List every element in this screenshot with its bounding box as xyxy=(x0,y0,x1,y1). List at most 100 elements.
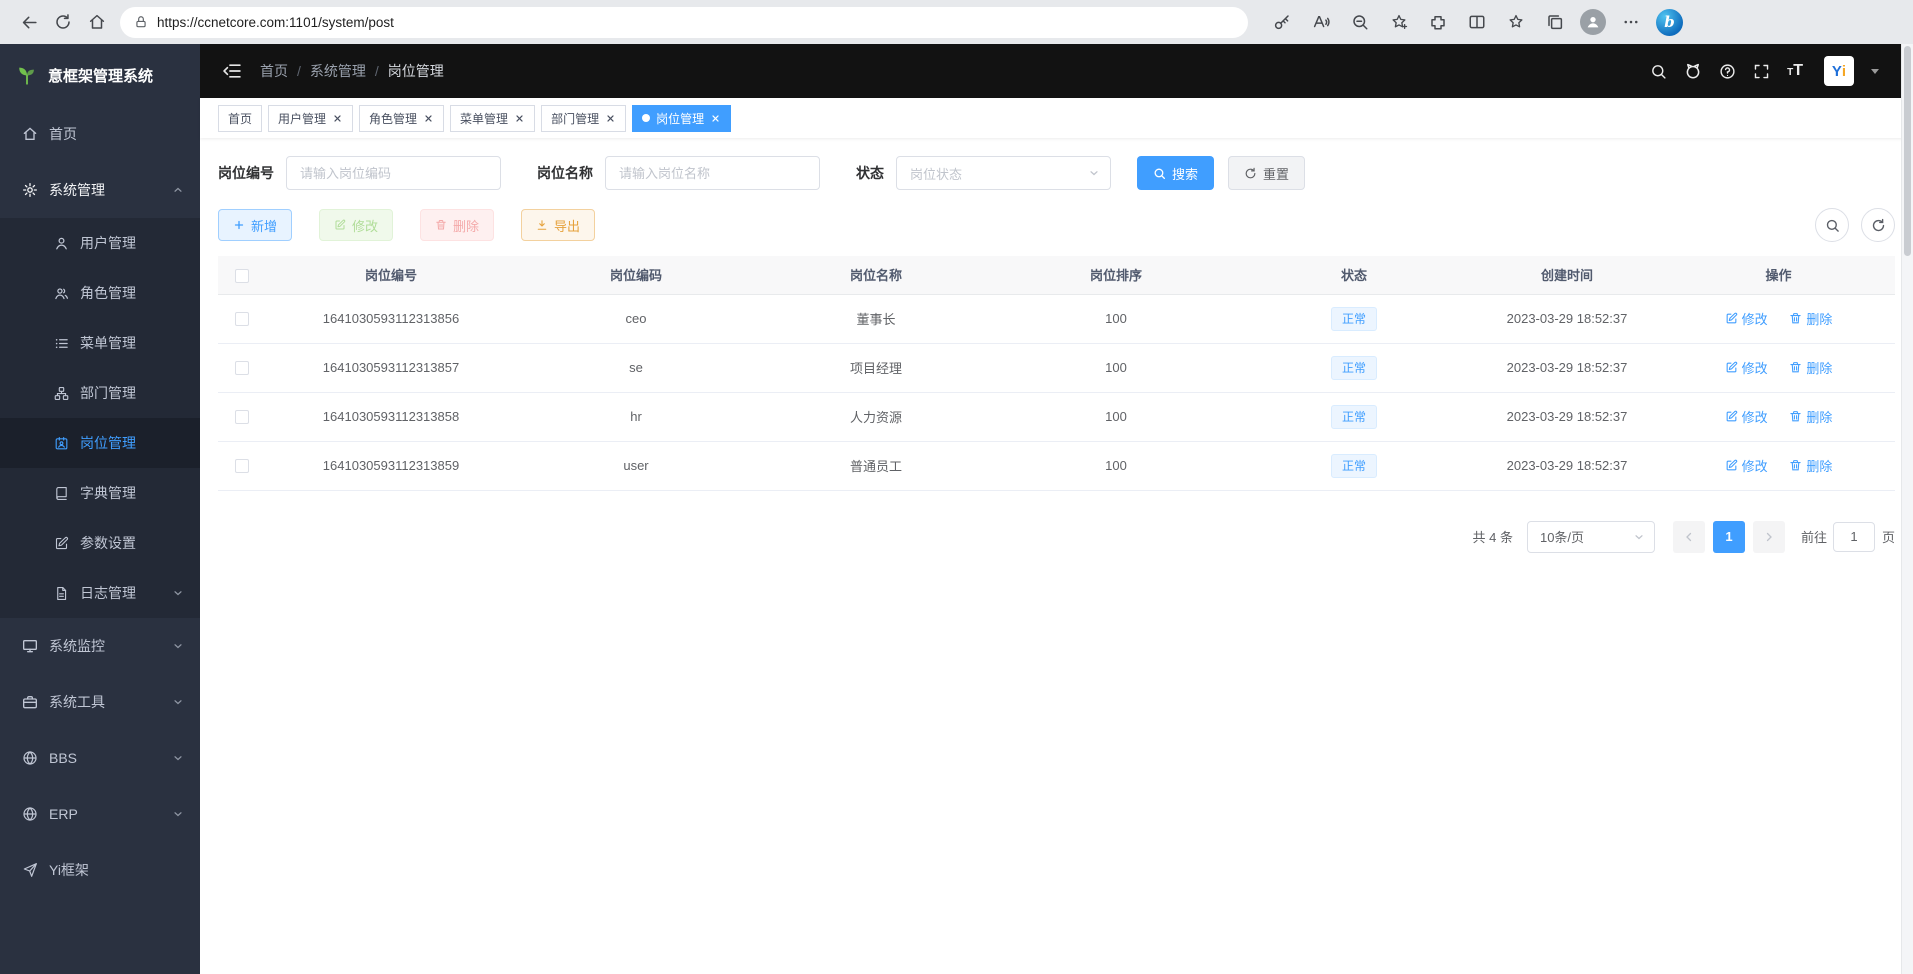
sidebar-item-label: 字典管理 xyxy=(80,483,136,503)
user-logo[interactable]: Yi xyxy=(1824,56,1854,86)
search-button[interactable]: 搜索 xyxy=(1137,156,1214,190)
more-icon[interactable] xyxy=(1617,5,1645,39)
breadcrumb-home[interactable]: 首页 xyxy=(260,61,288,81)
post-table: 岗位编号 岗位编码 岗位名称 岗位排序 状态 创建时间 操作 164103059… xyxy=(218,256,1895,491)
row-delete-button[interactable]: 删除 xyxy=(1789,407,1832,426)
row-delete-button[interactable]: 删除 xyxy=(1789,358,1832,377)
header-search-icon[interactable] xyxy=(1650,63,1667,80)
sidebar-item-menu-mgmt[interactable]: 菜单管理 xyxy=(0,318,200,368)
home-icon[interactable] xyxy=(80,5,114,39)
split-screen-icon[interactable] xyxy=(1463,5,1491,39)
edit-link-label: 修改 xyxy=(1742,358,1768,377)
scrollbar-thumb[interactable] xyxy=(1904,46,1911,256)
sidebar-item-system-monitor[interactable]: 系统监控 xyxy=(0,618,200,674)
status-select[interactable]: 岗位状态 xyxy=(896,156,1111,190)
select-all-checkbox[interactable] xyxy=(235,269,249,283)
add-button[interactable]: 新增 xyxy=(218,209,292,241)
row-delete-button[interactable]: 删除 xyxy=(1789,456,1832,475)
row-checkbox[interactable] xyxy=(235,312,249,326)
delete-button[interactable]: 删除 xyxy=(420,209,494,241)
page-size-select[interactable]: 10条/页 xyxy=(1527,521,1655,553)
breadcrumb-separator: / xyxy=(297,63,301,79)
tab-role-mgmt[interactable]: 角色管理 xyxy=(359,105,444,132)
list-icon xyxy=(54,336,69,351)
show-search-toggle-button[interactable] xyxy=(1815,208,1849,242)
cell-created: 2023-03-29 18:52:37 xyxy=(1472,441,1662,490)
delete-link-label: 删除 xyxy=(1806,358,1832,377)
cell-post-id: 1641030593112313856 xyxy=(266,294,516,343)
row-checkbox[interactable] xyxy=(235,410,249,424)
refresh-table-button[interactable] xyxy=(1861,208,1895,242)
refresh-icon[interactable] xyxy=(46,5,80,39)
sidebar-item-system-mgmt[interactable]: 系统管理 xyxy=(0,162,200,218)
edit-button[interactable]: 修改 xyxy=(319,209,393,241)
row-edit-button[interactable]: 修改 xyxy=(1725,456,1768,475)
goto-page-input[interactable] xyxy=(1833,522,1875,552)
tab-post-mgmt[interactable]: 岗位管理 xyxy=(632,105,731,132)
tags-view-bar: 首页 用户管理 角色管理 菜单管理 部门管理 岗位管理 xyxy=(200,98,1913,138)
export-button[interactable]: 导出 xyxy=(521,209,595,241)
edit-link-label: 修改 xyxy=(1742,407,1768,426)
table-row: 1641030593112313856 ceo 董事长 100 正常 2023-… xyxy=(218,294,1895,343)
favorite-add-icon[interactable] xyxy=(1385,5,1413,39)
row-edit-button[interactable]: 修改 xyxy=(1725,309,1768,328)
sidebar-toggle-icon[interactable] xyxy=(222,61,242,81)
close-icon[interactable] xyxy=(423,113,434,124)
close-icon[interactable] xyxy=(710,113,721,124)
sidebar-item-role-mgmt[interactable]: 角色管理 xyxy=(0,268,200,318)
tab-home[interactable]: 首页 xyxy=(218,105,262,132)
reset-button[interactable]: 重置 xyxy=(1228,156,1305,190)
row-checkbox[interactable] xyxy=(235,459,249,473)
breadcrumb-system[interactable]: 系统管理 xyxy=(310,61,366,81)
page-number-1[interactable]: 1 xyxy=(1713,521,1745,553)
delete-link-label: 删除 xyxy=(1806,407,1832,426)
password-key-icon[interactable] xyxy=(1268,5,1296,39)
cell-post-code: user xyxy=(516,441,756,490)
row-edit-button[interactable]: 修改 xyxy=(1725,407,1768,426)
breadcrumb-current: 岗位管理 xyxy=(388,61,444,81)
page-scrollbar[interactable] xyxy=(1901,44,1913,974)
sidebar-item-yi-framework[interactable]: Yi框架 xyxy=(0,842,200,898)
collections-icon[interactable] xyxy=(1541,5,1569,39)
leaf-logo-icon xyxy=(16,64,38,86)
sidebar-item-param-settings[interactable]: 参数设置 xyxy=(0,518,200,568)
sidebar-item-bbs[interactable]: BBS xyxy=(0,730,200,786)
post-code-input[interactable] xyxy=(286,156,501,190)
tab-user-mgmt[interactable]: 用户管理 xyxy=(268,105,353,132)
profile-avatar[interactable] xyxy=(1580,9,1606,35)
prev-page-button[interactable] xyxy=(1673,521,1705,553)
caret-down-icon[interactable] xyxy=(1871,69,1879,74)
tab-dept-mgmt[interactable]: 部门管理 xyxy=(541,105,626,132)
extensions-icon[interactable] xyxy=(1424,5,1452,39)
row-delete-button[interactable]: 删除 xyxy=(1789,309,1832,328)
address-bar[interactable]: https://ccnetcore.com:1101/system/post xyxy=(120,7,1248,38)
sidebar-item-label: BBS xyxy=(49,750,77,766)
row-edit-button[interactable]: 修改 xyxy=(1725,358,1768,377)
favorites-bar-icon[interactable] xyxy=(1502,5,1530,39)
row-checkbox[interactable] xyxy=(235,361,249,375)
bing-copilot-icon[interactable]: b xyxy=(1656,9,1683,36)
chevron-down-icon xyxy=(172,808,184,820)
help-icon[interactable] xyxy=(1719,63,1736,80)
sidebar-item-label: 系统监控 xyxy=(49,636,105,656)
font-size-icon[interactable]: TT xyxy=(1787,63,1803,79)
sidebar-item-post-mgmt[interactable]: 岗位管理 xyxy=(0,418,200,468)
sidebar-item-user-mgmt[interactable]: 用户管理 xyxy=(0,218,200,268)
next-page-button[interactable] xyxy=(1753,521,1785,553)
sidebar-item-home[interactable]: 首页 xyxy=(0,106,200,162)
close-icon[interactable] xyxy=(605,113,616,124)
github-icon[interactable] xyxy=(1684,62,1702,80)
sidebar-item-dict-mgmt[interactable]: 字典管理 xyxy=(0,468,200,518)
sidebar-item-system-tools[interactable]: 系统工具 xyxy=(0,674,200,730)
close-icon[interactable] xyxy=(514,113,525,124)
zoom-out-icon[interactable] xyxy=(1346,5,1374,39)
back-icon[interactable] xyxy=(12,5,46,39)
sidebar-item-dept-mgmt[interactable]: 部门管理 xyxy=(0,368,200,418)
close-icon[interactable] xyxy=(332,113,343,124)
sidebar-item-erp[interactable]: ERP xyxy=(0,786,200,842)
read-aloud-icon[interactable] xyxy=(1307,5,1335,39)
fullscreen-icon[interactable] xyxy=(1753,63,1770,80)
sidebar-item-log-mgmt[interactable]: 日志管理 xyxy=(0,568,200,618)
tab-menu-mgmt[interactable]: 菜单管理 xyxy=(450,105,535,132)
post-name-input[interactable] xyxy=(605,156,820,190)
